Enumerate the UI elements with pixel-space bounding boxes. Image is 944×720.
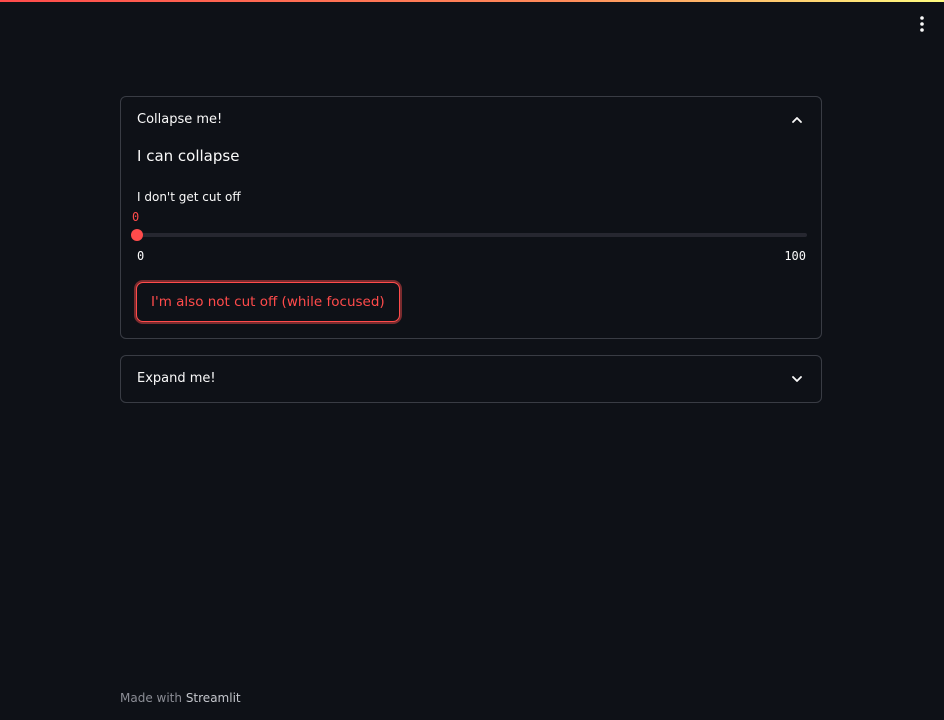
expander-body-text: I can collapse <box>137 147 240 165</box>
expander-label: Expand me! <box>137 371 216 386</box>
slider-track[interactable] <box>131 229 807 241</box>
expander-collapse-me: Collapse me! I can collapse I don't get … <box>120 96 822 339</box>
expander-header-expand-me[interactable]: Expand me! <box>121 356 821 402</box>
expander-label: Collapse me! <box>137 112 223 127</box>
slider-current-value: 0 <box>132 210 140 224</box>
expander-expand-me: Expand me! <box>120 355 822 403</box>
slider-thumb[interactable] <box>131 229 143 241</box>
chevron-down-icon <box>792 376 802 382</box>
slider-max-label: 100 <box>784 249 806 263</box>
slider-min-label: 0 <box>137 249 145 263</box>
streamlit-link[interactable]: Streamlit <box>186 691 241 705</box>
top-decoration-bar <box>0 0 944 2</box>
footer-prefix: Made with <box>120 691 182 705</box>
slider-label: I don't get cut off <box>137 190 241 204</box>
main-menu-button[interactable] <box>908 10 936 38</box>
footer: Made with Streamlit <box>120 691 241 705</box>
expander-header-collapse-me[interactable]: Collapse me! <box>121 97 821 143</box>
chevron-up-icon <box>792 117 802 123</box>
kebab-menu-icon <box>920 16 924 32</box>
not-cut-off-button[interactable]: I'm also not cut off (while focused) <box>136 282 400 322</box>
